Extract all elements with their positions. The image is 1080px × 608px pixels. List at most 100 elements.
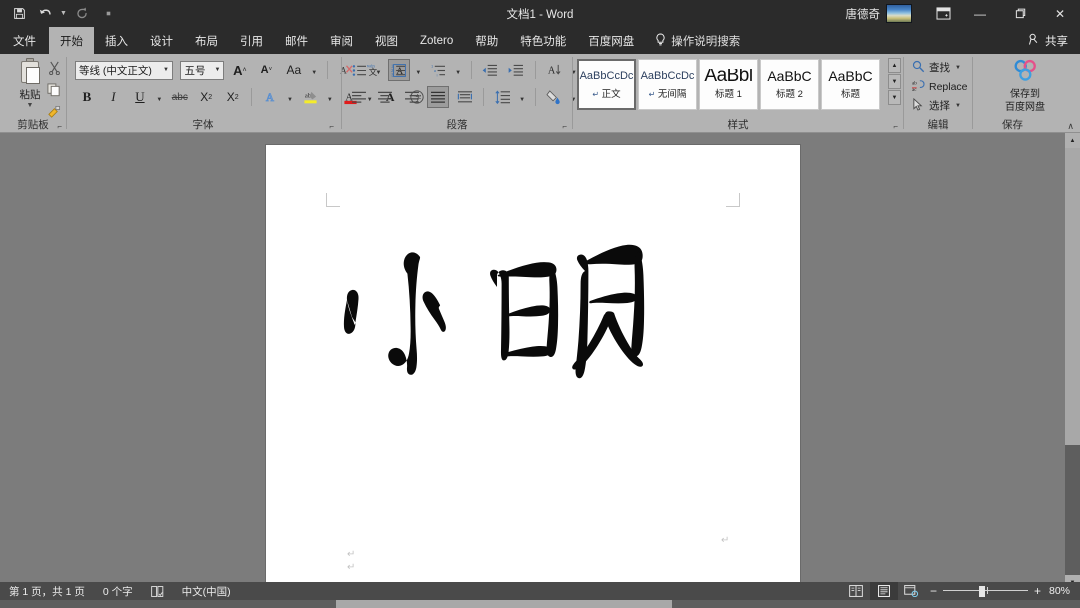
scroll-up-icon[interactable]: ▲ [1065, 133, 1080, 148]
zoom-control[interactable]: − + [926, 584, 1049, 598]
styles-scroll-up-icon[interactable]: ▲ [888, 58, 901, 73]
redo-icon[interactable] [69, 2, 95, 26]
multilevel-list-dropdown-icon[interactable]: ▼ [454, 70, 463, 76]
account-name[interactable]: 唐德奇 [846, 6, 887, 22]
font-size-combo[interactable]: 五号 ▼ [180, 60, 225, 80]
handwritten-signature-image[interactable] [322, 215, 682, 405]
zoom-slider-handle[interactable] [978, 586, 985, 597]
find-dropdown-icon[interactable]: ▼ [954, 65, 963, 71]
avatar[interactable] [886, 4, 912, 23]
zoom-out-button[interactable]: − [930, 584, 937, 598]
page-indicator[interactable]: 第 1 页，共 1 页 [0, 584, 94, 599]
shrink-font-icon[interactable]: A ˅ [255, 59, 277, 81]
change-case-dropdown-icon[interactable]: ▼ [310, 70, 319, 76]
superscript-icon[interactable]: X2 [222, 86, 244, 108]
text-highlight-icon[interactable]: ab [299, 86, 321, 108]
print-layout-view-button[interactable] [869, 582, 898, 600]
undo-dropdown-icon[interactable]: ▼ [58, 2, 69, 26]
bullets-icon[interactable] [348, 59, 370, 81]
font-name-dropdown-icon[interactable]: ▼ [160, 67, 172, 73]
tab-file[interactable]: 文件 [0, 27, 49, 54]
tab-design[interactable]: 设计 [139, 27, 184, 54]
tab-review[interactable]: 审阅 [319, 27, 364, 54]
select-dropdown-icon[interactable]: ▼ [954, 103, 963, 109]
horizontal-scrollbar[interactable] [0, 600, 1080, 608]
share-button[interactable]: 共享 [1028, 27, 1080, 54]
zoom-level[interactable]: 80% [1049, 585, 1080, 597]
replace-button[interactable]: ab ac Replace [912, 77, 968, 96]
web-layout-view-button[interactable] [898, 582, 926, 600]
numbering-icon[interactable]: 123 [388, 59, 410, 81]
line-spacing-dropdown-icon[interactable]: ▼ [518, 97, 527, 103]
clipboard-dialog-launcher[interactable]: ⌐ [57, 122, 62, 131]
styles-dialog-launcher[interactable]: ⌐ [893, 122, 898, 131]
style-item-heading-1[interactable]: AaBbl 标题 1 [699, 59, 758, 110]
increase-indent-icon[interactable] [505, 59, 527, 81]
tab-insert[interactable]: 插入 [94, 27, 139, 54]
distributed-icon[interactable] [454, 86, 476, 108]
word-count[interactable]: 0 个字 [94, 584, 142, 599]
align-center-icon[interactable] [374, 86, 396, 108]
italic-icon[interactable]: I [102, 86, 124, 108]
tab-baidu-netdisk[interactable]: 百度网盘 [577, 27, 645, 54]
decrease-indent-icon[interactable] [479, 59, 501, 81]
grow-font-icon[interactable]: A ˄ [229, 59, 251, 81]
text-effects-dropdown-icon[interactable]: ▼ [286, 97, 295, 103]
tab-layout[interactable]: 布局 [184, 27, 229, 54]
styles-scroll-down-icon[interactable]: ▼ [888, 74, 901, 89]
close-button[interactable]: ✕ [1040, 0, 1080, 27]
ribbon-display-options-icon[interactable] [926, 0, 960, 27]
bullets-dropdown-icon[interactable]: ▼ [374, 70, 383, 76]
vertical-scrollbar[interactable]: ▲ ▼ [1065, 133, 1080, 590]
restore-button[interactable] [1000, 0, 1040, 27]
language-indicator[interactable]: 中文(中国) [173, 584, 240, 599]
paragraph-dialog-launcher[interactable]: ⌐ [562, 122, 567, 131]
style-item-title[interactable]: AaBbC 标题 [821, 59, 880, 110]
shading-icon[interactable] [543, 86, 565, 108]
strikethrough-icon[interactable]: abc [169, 86, 191, 108]
justify-icon[interactable] [427, 86, 450, 108]
font-size-dropdown-icon[interactable]: ▼ [211, 67, 223, 73]
tab-special-features[interactable]: 特色功能 [509, 27, 577, 54]
font-dialog-launcher[interactable]: ⌐ [329, 122, 334, 131]
style-item-heading-2[interactable]: AaBbC 标题 2 [760, 59, 819, 110]
zoom-slider[interactable] [942, 585, 1028, 597]
vertical-scroll-thumb[interactable] [1065, 148, 1080, 445]
subscript-icon[interactable]: X2 [195, 86, 217, 108]
underline-icon[interactable]: U [129, 86, 151, 108]
zoom-in-button[interactable]: + [1034, 584, 1041, 598]
sort-icon[interactable]: A [543, 59, 565, 81]
horizontal-scroll-thumb[interactable] [336, 600, 672, 608]
save-to-baidu-netdisk-button[interactable]: 保存到 百度网盘 [995, 58, 1055, 114]
copy-icon[interactable] [44, 80, 64, 99]
read-mode-view-button[interactable] [842, 582, 870, 600]
proofing-errors-icon[interactable] [142, 585, 173, 597]
align-right-icon[interactable] [401, 86, 423, 108]
minimize-button[interactable]: — [960, 0, 1000, 27]
multilevel-list-icon[interactable]: 1ai [428, 59, 450, 81]
numbering-dropdown-icon[interactable]: ▼ [414, 70, 423, 76]
find-button[interactable]: 查找 ▼ [912, 58, 968, 77]
document-canvas[interactable]: ↵ ↵ ↵ [0, 133, 1080, 590]
customize-qat-icon[interactable] [95, 2, 121, 26]
cut-icon[interactable] [44, 58, 64, 77]
tab-home[interactable]: 开始 [49, 27, 94, 54]
line-spacing-icon[interactable] [492, 86, 514, 108]
collapse-ribbon-icon[interactable]: ∧ [1067, 121, 1074, 132]
bold-icon[interactable]: B [76, 86, 98, 108]
style-item-no-spacing[interactable]: AaBbCcDc ↵ 无间隔 [638, 59, 697, 110]
style-item-body[interactable]: AaBbCcDc ↵ 正文 [577, 59, 636, 110]
text-highlight-dropdown-icon[interactable]: ▼ [326, 97, 335, 103]
tab-zotero[interactable]: Zotero [409, 27, 464, 54]
document-page[interactable]: ↵ ↵ ↵ [266, 145, 800, 590]
tab-references[interactable]: 引用 [229, 27, 274, 54]
save-icon[interactable] [6, 2, 32, 26]
font-name-combo[interactable]: 等线 (中文正文) ▼ [75, 60, 173, 80]
paste-dropdown-icon[interactable]: ▼ [27, 102, 34, 109]
align-left-icon[interactable] [348, 86, 370, 108]
tab-mailings[interactable]: 邮件 [274, 27, 319, 54]
tab-help[interactable]: 帮助 [464, 27, 509, 54]
text-effects-icon[interactable]: A [260, 86, 282, 108]
select-button[interactable]: 选择 ▼ [912, 96, 968, 115]
tab-view[interactable]: 视图 [364, 27, 409, 54]
